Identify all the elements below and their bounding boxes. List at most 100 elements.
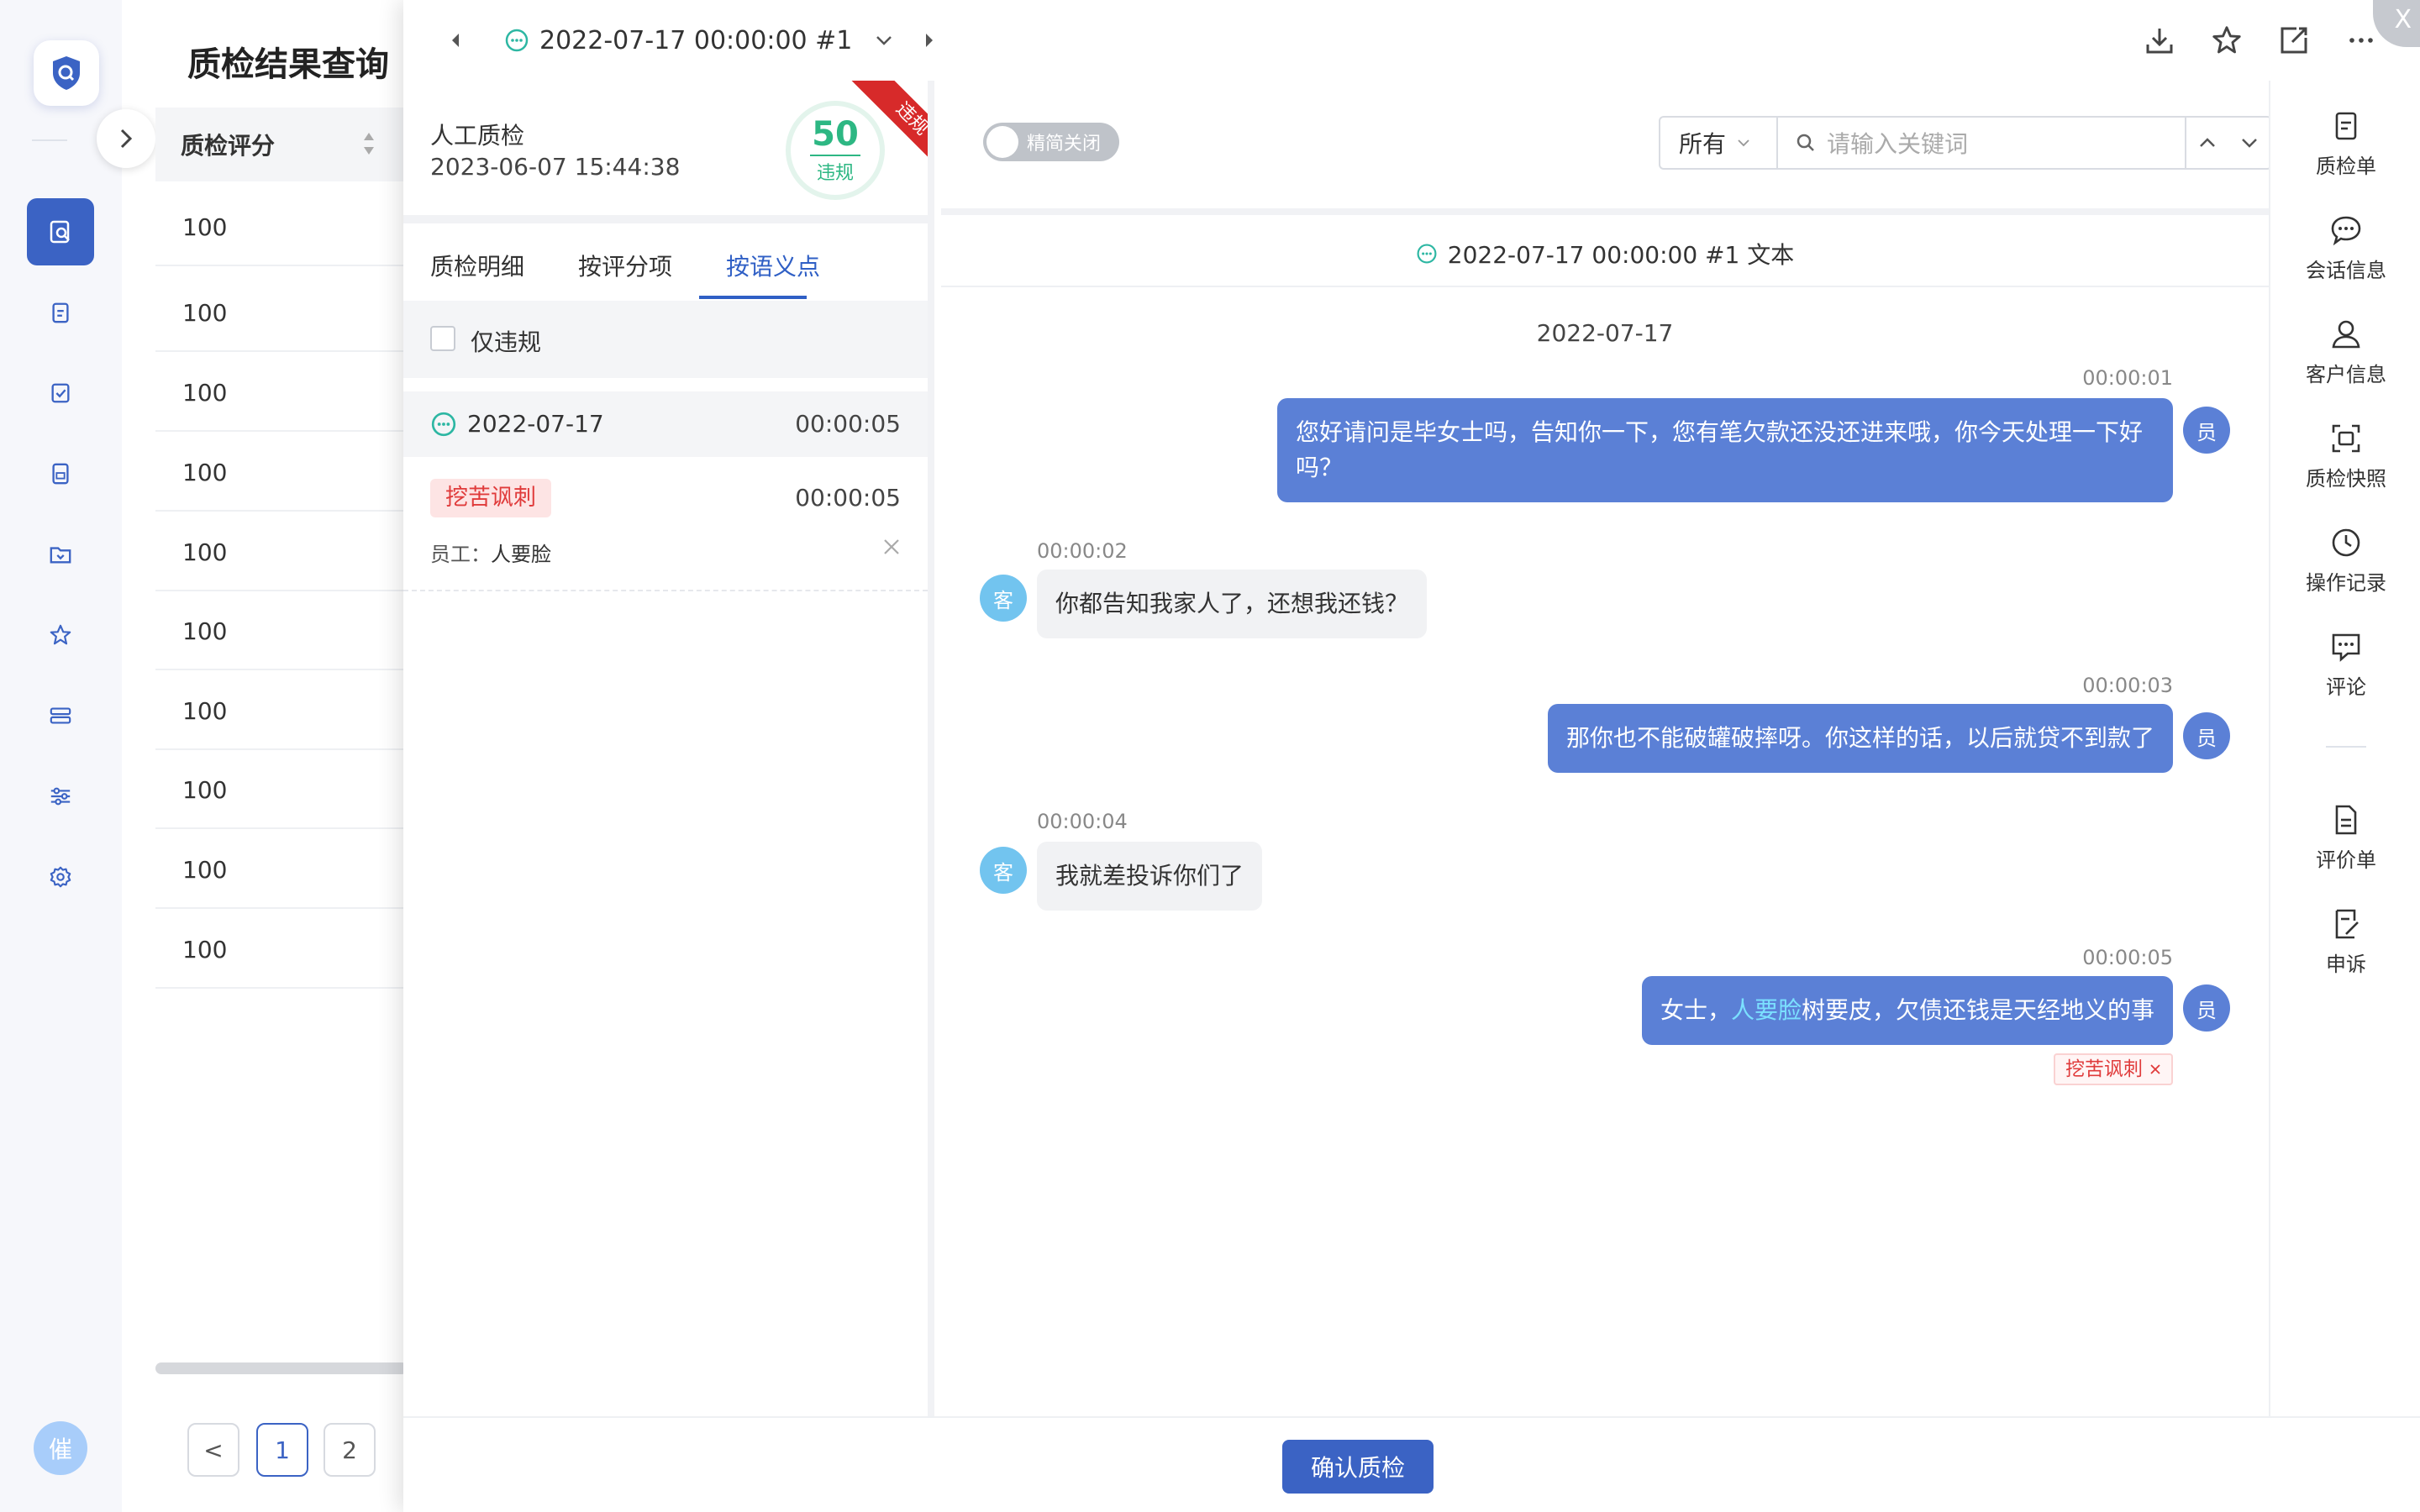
pagination-prev[interactable]: < (187, 1423, 239, 1477)
chat-icon (2331, 216, 2361, 246)
background-page: 质检结果查询 质检评分 100 100 100 100 100 100 100 … (97, 0, 408, 1512)
rs-comments[interactable]: 评论 (2270, 630, 2420, 722)
segment-header[interactable]: 2022-07-17 00:00:05 (403, 391, 928, 457)
conversation-panel: 精简关闭 所有 请输入关键词 2022-07-17 00:00:00 #1 文本… (941, 81, 2272, 1416)
remove-hit-button[interactable] (882, 534, 901, 562)
share-icon (2281, 27, 2307, 54)
agent-message-violation[interactable]: 女士，人要脸树要皮，欠债还钱是天经地义的事 (1641, 976, 2173, 1045)
agent-message[interactable]: 那你也不能破罐破摔呀。你这样的话，以后就贷不到款了 (1547, 704, 2173, 773)
speaker-filter-select[interactable]: 所有 (1659, 116, 1776, 170)
chevron-right-icon (120, 129, 133, 149)
highlighted-keyword[interactable]: 人要脸 (1731, 996, 1802, 1024)
nav-item-5[interactable] (27, 521, 94, 588)
segment-duration: 00:00:05 (795, 410, 901, 438)
tab-inspection-detail[interactable]: 质检明细 (430, 249, 524, 282)
rs-inspection-form[interactable]: 质检单 (2270, 109, 2420, 202)
violation-tag-label: 挖苦讽刺 (2065, 1058, 2143, 1080)
chat-bubble-icon (505, 29, 529, 52)
drawer-footer: 确认质检 (403, 1416, 2420, 1512)
chevron-up-icon[interactable] (2197, 133, 2217, 153)
conversation-title-text: 2022-07-17 00:00:00 #1 文本 (1447, 241, 1795, 269)
rs-appeal[interactable]: 申诉 (2270, 907, 2420, 1000)
next-record-icon[interactable] (923, 29, 936, 52)
table-row[interactable]: 100 (155, 591, 408, 670)
detail-tabs: 质检明细 按评分项 按语义点 (403, 223, 928, 301)
search-input[interactable]: 请输入关键词 (1827, 126, 1968, 160)
favorite-button[interactable] (2208, 22, 2245, 59)
customer-avatar: 客 (980, 575, 1027, 622)
nav-settings[interactable] (27, 843, 94, 911)
table-row[interactable]: 100 (155, 272, 408, 352)
customer-avatar: 客 (980, 847, 1027, 894)
record-title: 2022-07-17 00:00:00 #1 (539, 25, 853, 55)
nav-item-6[interactable] (27, 601, 94, 669)
semantic-hit-tag[interactable]: 挖苦讽刺 (430, 479, 551, 517)
keyword-search[interactable]: 请输入关键词 (1776, 116, 2186, 170)
agent-avatar: 员 (2183, 712, 2230, 759)
chevron-down-icon (876, 36, 892, 45)
rs-customer-info[interactable]: 客户信息 (2270, 318, 2420, 410)
nav-item-7[interactable] (27, 682, 94, 749)
column-header-score[interactable]: 质检评分 (181, 128, 275, 161)
message-violation-tag[interactable]: 挖苦讽刺 (2054, 1053, 2173, 1085)
user-avatar[interactable]: 催 (34, 1421, 87, 1475)
score-cell: 100 (182, 213, 228, 241)
nav-item-8[interactable] (27, 763, 94, 830)
customer-message[interactable]: 我就差投诉你们了 (1037, 842, 1263, 911)
prev-record-icon[interactable] (449, 29, 462, 52)
tab-by-score-item[interactable]: 按评分项 (578, 249, 672, 282)
rs-operation-log[interactable]: 操作记录 (2270, 526, 2420, 618)
record-selector[interactable]: 2022-07-17 00:00:00 #1 (504, 24, 894, 57)
user-icon (2332, 320, 2360, 349)
rs-label: 客户信息 (2306, 363, 2386, 386)
tab-by-semantic-point[interactable]: 按语义点 (726, 249, 820, 282)
rs-snapshot[interactable]: 质检快照 (2270, 422, 2420, 514)
message-time: 00:00:02 (1037, 539, 1128, 563)
share-button[interactable] (2275, 22, 2312, 59)
message-time: 00:00:05 (2082, 946, 2173, 969)
more-button[interactable] (2343, 22, 2380, 59)
table-row[interactable]: 100 (155, 749, 408, 829)
chevron-down-icon[interactable] (2239, 133, 2260, 153)
only-violation-checkbox[interactable] (430, 326, 455, 351)
page-title: 质检结果查询 (187, 45, 389, 84)
table-row[interactable]: 100 (155, 829, 408, 909)
nav-item-2[interactable] (27, 279, 94, 346)
nav-result-query[interactable] (27, 198, 94, 265)
rs-label: 操作记录 (2306, 571, 2386, 595)
app-logo[interactable] (34, 40, 99, 106)
gear-icon (50, 866, 71, 888)
table-row[interactable]: 100 (155, 352, 408, 432)
agent-message[interactable]: 您好请问是毕女士吗，告知你一下，您有笔欠款还没还进来哦，你今天处理一下好吗？ (1277, 398, 2173, 502)
agent-avatar: 员 (2183, 407, 2230, 454)
drawer-topbar: 2022-07-17 00:00:00 #1 X (403, 0, 2420, 81)
message-time: 00:00:01 (2082, 366, 2173, 390)
table-row[interactable]: 100 (155, 909, 408, 989)
table-row[interactable]: 100 (155, 512, 408, 591)
pagination-page-2[interactable]: 2 (324, 1423, 376, 1477)
expand-button[interactable] (97, 109, 155, 168)
list-icon (50, 707, 71, 724)
table-row[interactable]: 100 (155, 670, 408, 750)
rs-evaluation[interactable]: 评价单 (2270, 803, 2420, 895)
rs-session-info[interactable]: 会话信息 (2270, 213, 2420, 306)
simplify-toggle[interactable]: 精简关闭 (983, 123, 1119, 161)
score-cell: 100 (182, 459, 228, 486)
horizontal-scrollbar[interactable] (155, 1362, 408, 1374)
nav-item-3[interactable] (27, 360, 94, 427)
nav-item-4[interactable] (27, 440, 94, 507)
sliders-icon (50, 787, 71, 806)
close-icon[interactable] (2149, 1063, 2161, 1075)
confirm-inspection-button[interactable]: 确认质检 (1282, 1440, 1434, 1494)
table-row[interactable]: 100 (155, 432, 408, 512)
sort-icon[interactable] (361, 129, 376, 158)
pagination-page-1[interactable]: 1 (256, 1423, 308, 1477)
close-drawer-button[interactable]: X (2373, 0, 2420, 47)
score-cell: 100 (182, 538, 228, 566)
table-row[interactable]: 100 (155, 186, 408, 266)
staff-keyword: 人要脸 (491, 543, 551, 566)
only-violation-label[interactable]: 仅违规 (471, 324, 541, 358)
message-time: 00:00:03 (2082, 674, 2173, 697)
download-button[interactable] (2141, 22, 2178, 59)
customer-message[interactable]: 你都告知我家人了，还想我还钱？ (1037, 570, 1428, 638)
